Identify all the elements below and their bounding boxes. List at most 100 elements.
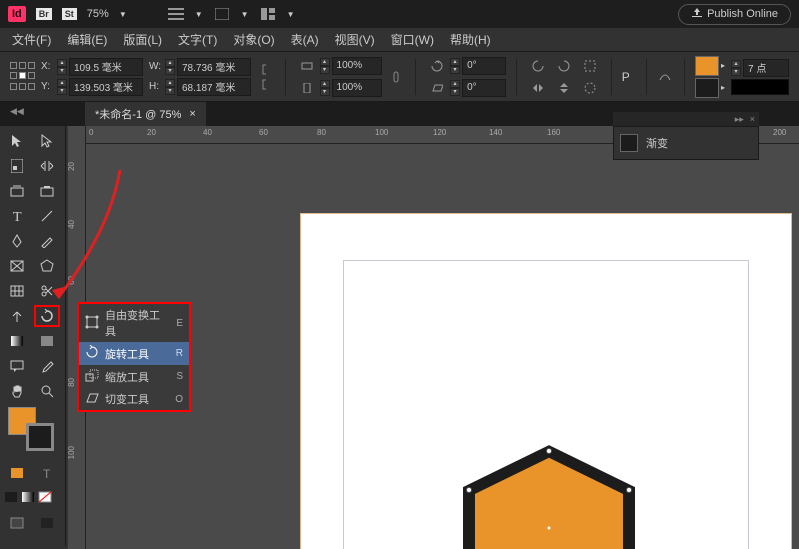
collapse-panels-icon[interactable]: ◀◀	[10, 106, 24, 117]
x-spinner[interactable]: ▴▾	[57, 59, 67, 75]
arrange-icon[interactable]	[259, 7, 277, 21]
shear-field[interactable]	[462, 79, 506, 97]
stroke-style-dropdown[interactable]	[731, 79, 789, 95]
document-tab[interactable]: *未命名-1 @ 75% ×	[85, 102, 206, 126]
w-field[interactable]	[177, 58, 251, 76]
zoom-dropdown-icon[interactable]: ▼	[119, 10, 127, 19]
flip-h-icon[interactable]	[527, 78, 549, 98]
dropdown-icon[interactable]: ▼	[287, 10, 295, 19]
apply-color-icon[interactable]	[4, 462, 30, 484]
transform-tool-flyout: 自由变换工具 E 旋转工具 R 缩放工具 S 切变工具 O	[77, 302, 191, 412]
canvas-area[interactable]	[86, 144, 799, 549]
content-placer-tool[interactable]	[34, 180, 60, 202]
pencil-tool[interactable]	[34, 230, 60, 252]
hand-tool[interactable]	[4, 380, 30, 402]
page[interactable]	[301, 214, 791, 549]
select-container-icon[interactable]	[579, 56, 601, 76]
h-field[interactable]	[177, 78, 251, 96]
apply-color-button[interactable]	[4, 491, 18, 506]
flip-v-icon[interactable]	[553, 78, 575, 98]
preview-view-icon[interactable]	[34, 512, 60, 534]
stock-badge[interactable]: St	[62, 8, 77, 20]
effects-icon[interactable]	[657, 67, 675, 87]
gradient-feather-tool[interactable]	[34, 330, 60, 352]
hexagon-shape[interactable]	[457, 444, 641, 549]
rotate-spinner[interactable]: ▴▾	[450, 58, 460, 74]
publish-online-button[interactable]: Publish Online	[678, 4, 791, 25]
stroke-weight-spinner[interactable]: ▴▾	[731, 60, 741, 76]
y-spinner[interactable]: ▴▾	[57, 79, 67, 95]
zoom-tool[interactable]	[34, 380, 60, 402]
flyout-scale[interactable]: 缩放工具 S	[79, 365, 189, 388]
flyout-rotate[interactable]: 旋转工具 R	[79, 342, 189, 365]
polygon-tool[interactable]	[34, 255, 60, 277]
stroke-swatch[interactable]	[695, 78, 719, 98]
menu-file[interactable]: 文件(F)	[4, 28, 59, 51]
scale-x-spinner[interactable]: ▴▾	[320, 58, 330, 74]
h-spinner[interactable]: ▴▾	[165, 79, 175, 95]
gradient-panel[interactable]: 渐变	[613, 126, 759, 160]
formatting-text-icon[interactable]: T	[34, 462, 60, 484]
fill-swatch[interactable]	[695, 56, 719, 76]
rectangle-frame-tool[interactable]	[4, 255, 30, 277]
direct-selection-tool[interactable]	[34, 130, 60, 152]
stroke-dropdown-icon[interactable]: ▸	[721, 83, 725, 92]
dropdown-icon[interactable]: ▼	[195, 10, 203, 19]
free-transform-tool[interactable]	[4, 305, 30, 327]
titlebar: Id Br St 75% ▼ ▼ ▼ ▼ Publish Online	[0, 0, 799, 28]
fill-dropdown-icon[interactable]: ▸	[721, 61, 725, 70]
reference-point-selector[interactable]	[10, 62, 35, 92]
zoom-level[interactable]: 75%	[87, 8, 109, 20]
rotate-ccw-icon[interactable]	[527, 56, 549, 76]
selection-tool[interactable]	[4, 130, 30, 152]
rotate-cw-icon[interactable]	[553, 56, 575, 76]
pen-tool[interactable]	[4, 230, 30, 252]
flyout-shear[interactable]: 切变工具 O	[79, 388, 189, 410]
shear-spinner[interactable]: ▴▾	[450, 80, 460, 96]
panel-collapse-icon[interactable]: ▸▸	[735, 114, 744, 125]
dropdown-icon[interactable]: ▼	[241, 10, 249, 19]
menu-object[interactable]: 对象(O)	[225, 28, 282, 51]
view-options-icon[interactable]	[167, 7, 185, 21]
panel-close-icon[interactable]: ×	[750, 114, 755, 124]
menu-edit[interactable]: 编辑(E)	[59, 28, 115, 51]
stroke-weight-field[interactable]	[743, 59, 789, 77]
menu-table[interactable]: 表(A)	[283, 28, 327, 51]
gap-tool[interactable]	[34, 155, 60, 177]
scissors-tool[interactable]	[34, 280, 60, 302]
type-tool[interactable]: T	[4, 205, 30, 227]
menu-layout[interactable]: 版面(L)	[115, 28, 170, 51]
y-field[interactable]	[69, 78, 143, 96]
normal-view-icon[interactable]	[4, 512, 30, 534]
menu-text[interactable]: 文字(T)	[170, 28, 225, 51]
menu-window[interactable]: 窗口(W)	[383, 28, 442, 51]
constrain-icon[interactable]	[257, 67, 275, 87]
screen-mode-icon[interactable]	[213, 7, 231, 21]
scale-y-spinner[interactable]: ▴▾	[320, 80, 330, 96]
rotate-tool[interactable]	[34, 305, 60, 327]
note-tool[interactable]	[4, 355, 30, 377]
menu-help[interactable]: 帮助(H)	[442, 28, 499, 51]
scale-x-field[interactable]	[332, 57, 382, 75]
apply-none-button[interactable]	[38, 491, 52, 506]
w-spinner[interactable]: ▴▾	[165, 59, 175, 75]
constrain-scale-icon[interactable]	[388, 67, 406, 87]
menu-view[interactable]: 视图(V)	[327, 28, 383, 51]
rotate-field[interactable]	[462, 57, 506, 75]
bridge-badge[interactable]: Br	[36, 8, 52, 20]
select-content-icon[interactable]	[579, 78, 601, 98]
x-field[interactable]	[69, 58, 143, 76]
svg-text:T: T	[43, 467, 51, 480]
eyedropper-tool[interactable]	[34, 355, 60, 377]
tab-close-icon[interactable]: ×	[189, 108, 195, 120]
stroke-color-swatch[interactable]	[26, 423, 54, 451]
scale-y-field[interactable]	[332, 79, 382, 97]
apply-gradient-button[interactable]	[21, 491, 35, 506]
content-collector-tool[interactable]	[4, 180, 30, 202]
page-tool[interactable]	[4, 155, 30, 177]
gradient-swatch[interactable]	[620, 134, 638, 152]
table-tool[interactable]	[4, 280, 30, 302]
gradient-swatch-tool[interactable]	[4, 330, 30, 352]
flyout-free-transform[interactable]: 自由变换工具 E	[79, 304, 189, 342]
line-tool[interactable]	[34, 205, 60, 227]
